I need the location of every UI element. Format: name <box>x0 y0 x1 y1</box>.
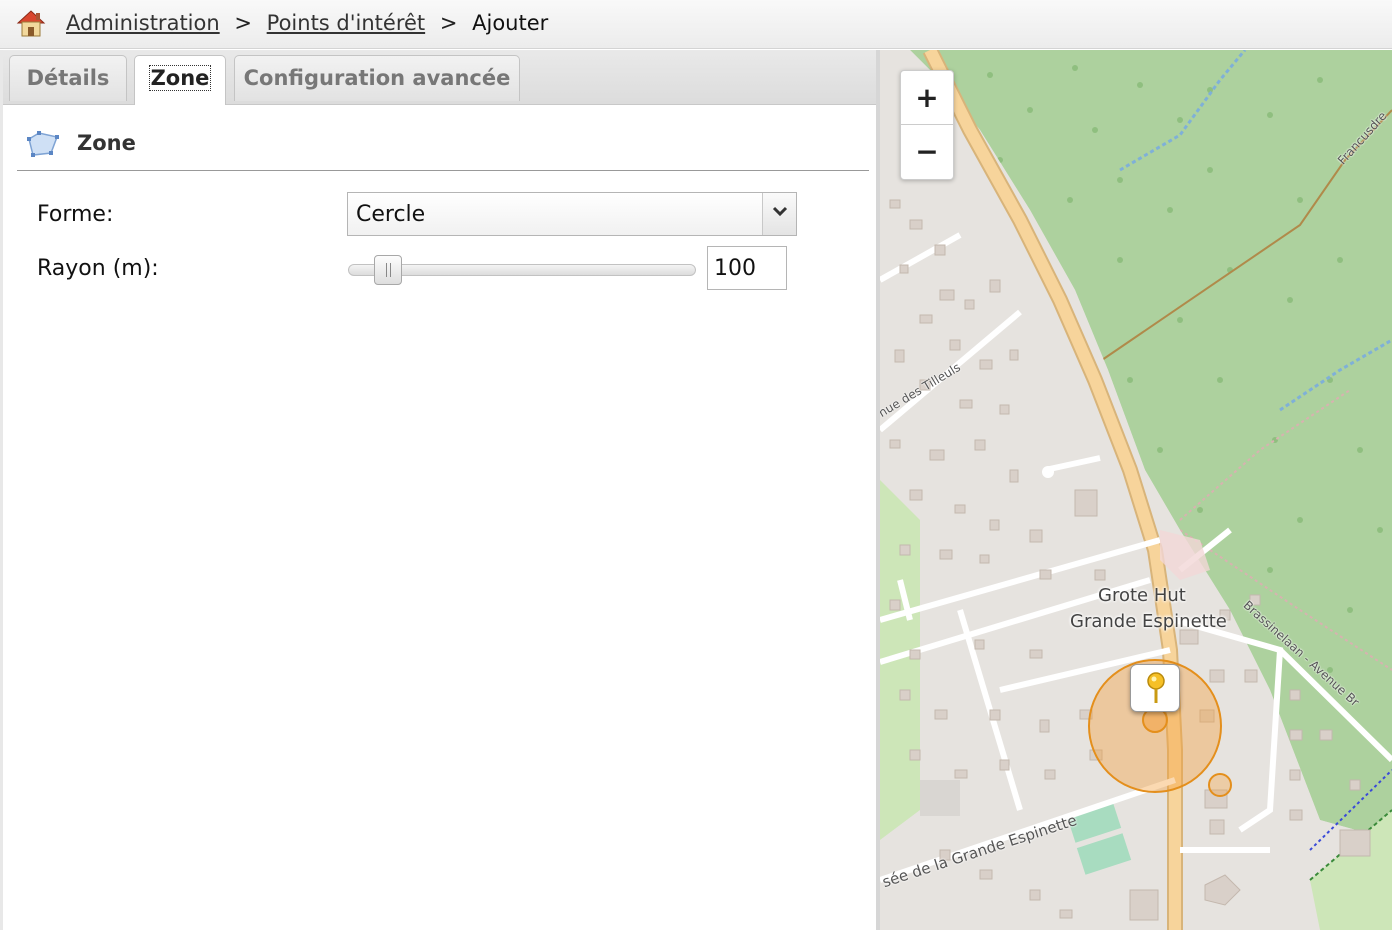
section-title: Zone <box>77 131 136 155</box>
poi-marker[interactable] <box>1130 664 1180 712</box>
map-place-label: Grande Espinette <box>1070 611 1227 632</box>
tab-details[interactable]: Détails <box>9 55 127 101</box>
polygon-zone-icon <box>27 131 59 157</box>
breadcrumb-separator: > <box>439 11 458 35</box>
radius-label: Rayon (m): <box>37 256 159 281</box>
chevron-down-icon <box>772 206 788 217</box>
shape-select[interactable]: Cercle <box>347 192 797 236</box>
zoom-out-button[interactable]: − <box>901 125 953 179</box>
home-icon[interactable] <box>14 6 48 40</box>
radius-slider-handle[interactable] <box>374 255 402 285</box>
shape-label: Forme: <box>37 202 114 227</box>
breadcrumb-separator: > <box>234 11 252 35</box>
radius-input[interactable] <box>707 246 787 290</box>
tab-advanced-config[interactable]: Configuration avancée <box>234 55 520 101</box>
map-tiles <box>880 50 1392 930</box>
radius-resize-handle[interactable] <box>1208 773 1232 797</box>
zoom-in-button[interactable]: + <box>901 71 953 125</box>
zoom-control: + − <box>900 70 954 180</box>
breadcrumb-link-administration[interactable]: Administration <box>66 11 220 35</box>
tab-zone[interactable]: Zone <box>134 55 226 105</box>
breadcrumb-bar: Administration > Points d'intérêt > Ajou… <box>0 0 1392 49</box>
tab-strip: Détails Zone Configuration avancée <box>3 50 877 105</box>
form-panel: Détails Zone Configuration avancée Zone … <box>0 50 877 930</box>
breadcrumb-current: Ajouter <box>472 11 549 35</box>
section-divider <box>17 170 869 171</box>
map-view[interactable]: + − Grote Hut Grande Espinette nue des T… <box>880 50 1392 930</box>
breadcrumb: Administration > Points d'intérêt > Ajou… <box>66 11 548 35</box>
breadcrumb-link-points-interet[interactable]: Points d'intérêt <box>267 11 425 35</box>
shape-select-button[interactable] <box>762 193 796 235</box>
map-pin-icon <box>1147 672 1165 703</box>
shape-select-value: Cercle <box>356 202 426 227</box>
map-place-label: Grote Hut <box>1098 585 1186 606</box>
